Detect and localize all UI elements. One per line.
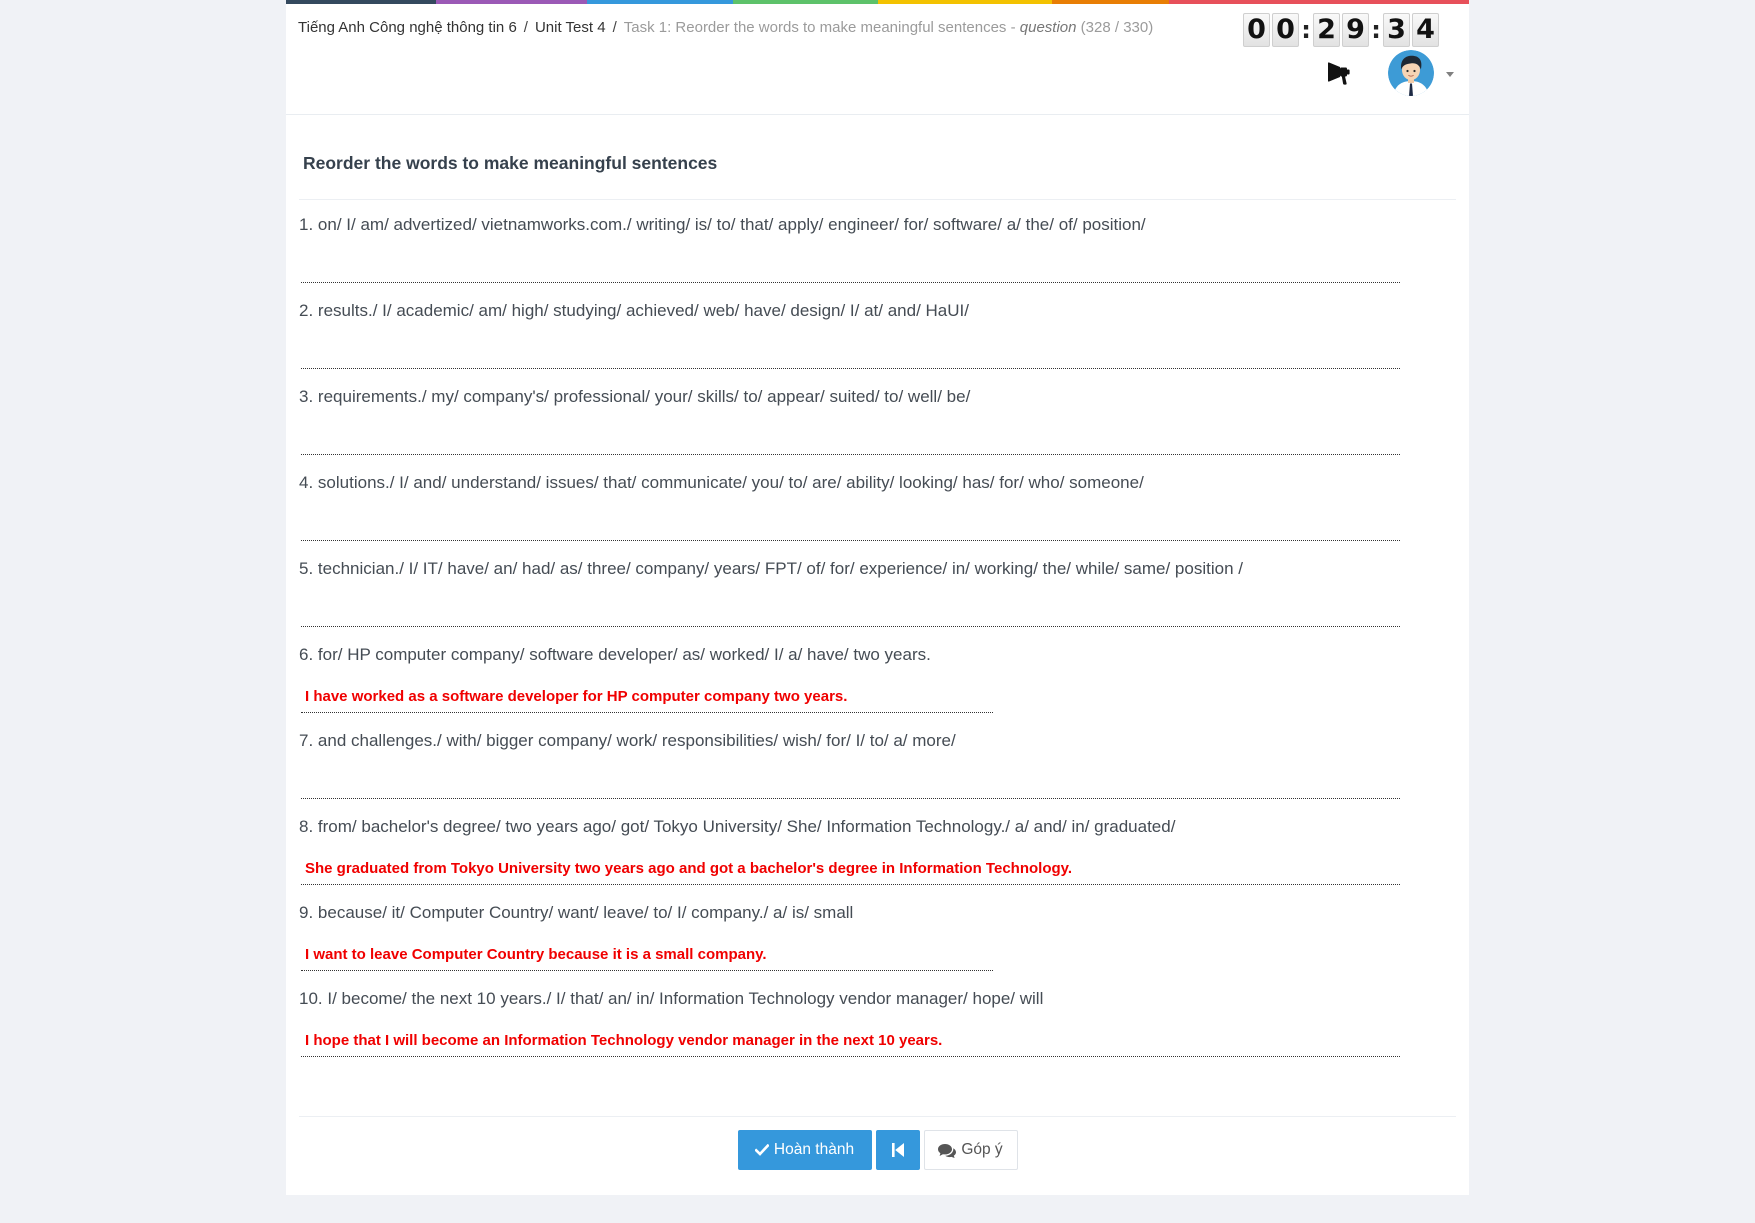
accent-stripe-segment: [1051, 0, 1170, 4]
question-list: 1. on/ I/ am/ advertized/ vietnamworks.c…: [299, 212, 1456, 1072]
bullhorn-icon[interactable]: [1325, 59, 1353, 87]
question-number: 8.: [299, 817, 314, 836]
question-words: I/ become/ the next 10 years./ I/ that/ …: [327, 989, 1044, 1008]
countdown-timer: 0 0 : 2 9 : 3 4: [1242, 13, 1440, 47]
action-bar: Hoàn thành Góp ý: [286, 1130, 1469, 1170]
question-prompt: 8. from/ bachelor's degree/ two years ag…: [299, 814, 1456, 840]
question-prompt: 3. requirements./ my/ company's/ profess…: [299, 384, 1456, 410]
accent-stripe-segment: [286, 0, 436, 4]
answer-field[interactable]: She graduated from Tokyo University two …: [301, 840, 1400, 885]
question-prompt: 7. and challenges./ with/ bigger company…: [299, 728, 1456, 754]
question-number: 9.: [299, 903, 314, 922]
finish-button-label: Hoàn thành: [773, 1141, 855, 1158]
user-avatar-icon[interactable]: [1388, 50, 1434, 96]
question-number: 6.: [299, 645, 314, 664]
accent-stripe-segment: [587, 0, 733, 4]
back-to-first-button[interactable]: [875, 1130, 920, 1170]
question-number: 4.: [299, 473, 314, 492]
accent-stripe-segment: [1169, 0, 1470, 4]
question-prompt: 4. solutions./ I/ and/ understand/ issue…: [299, 470, 1456, 496]
test-panel: Tiếng Anh Công nghệ thông tin 6 / Unit Tes…: [286, 0, 1470, 1195]
feedback-button-label: Góp ý: [961, 1141, 1003, 1158]
question-words: and challenges./ with/ bigger company/ w…: [317, 731, 956, 750]
timer-digit: 0: [1243, 13, 1270, 47]
answer-field[interactable]: [301, 324, 1400, 369]
question-number: 2.: [299, 301, 314, 320]
question-words: on/ I/ am/ advertized/ vietnamworks.com.…: [317, 215, 1146, 234]
question-prompt: 9. because/ it/ Computer Country/ want/ …: [299, 900, 1456, 926]
question-item: 4. solutions./ I/ and/ understand/ issue…: [299, 470, 1456, 556]
question-number: 5.: [299, 559, 314, 578]
question-item: 3. requirements./ my/ company's/ profess…: [299, 384, 1456, 470]
check-icon: [754, 1144, 769, 1156]
breadcrumb-separator: /: [523, 19, 528, 36]
breadcrumb-current-type: question: [1019, 19, 1077, 36]
timer-colon: :: [1301, 16, 1311, 44]
accent-stripe-segment: [878, 0, 1052, 4]
comments-icon: [938, 1143, 957, 1158]
answer-field[interactable]: I want to leave Computer Country because…: [301, 926, 993, 971]
question-item: 2. results./ I/ academic/ am/ high/ stud…: [299, 298, 1456, 384]
divider: [299, 1116, 1456, 1117]
timer-digit: 2: [1313, 13, 1340, 47]
breadcrumb-course-link[interactable]: Tiếng Anh Công nghệ thông tin 6: [298, 19, 517, 36]
question-number: 7.: [299, 731, 314, 750]
answer-field[interactable]: [301, 410, 1400, 455]
answer-field[interactable]: I have worked as a software developer fo…: [301, 668, 993, 713]
question-item: 8. from/ bachelor's degree/ two years ag…: [299, 814, 1456, 900]
question-number: 10.: [299, 989, 323, 1008]
question-number: 3.: [299, 387, 314, 406]
page-header: Tiếng Anh Công nghệ thông tin 6 / Unit Tes…: [286, 0, 1469, 115]
question-words: for/ HP computer company/ software devel…: [317, 645, 931, 664]
feedback-button[interactable]: Góp ý: [923, 1130, 1018, 1170]
question-number: 1.: [299, 215, 314, 234]
question-prompt: 6. for/ HP computer company/ software de…: [299, 642, 1456, 668]
question-item: 6. for/ HP computer company/ software de…: [299, 642, 1456, 728]
question-prompt: 10. I/ become/ the next 10 years./ I/ th…: [299, 986, 1456, 1012]
timer-digit: 9: [1342, 13, 1369, 47]
breadcrumb-test-link[interactable]: Unit Test 4: [535, 19, 606, 36]
caret-down-icon[interactable]: [1446, 72, 1454, 77]
answer-field[interactable]: [301, 582, 1400, 627]
question-words: requirements./ my/ company's/ profession…: [317, 387, 971, 406]
timer-digit: 4: [1412, 13, 1439, 47]
breadcrumb: Tiếng Anh Công nghệ thông tin 6 / Unit Tes…: [298, 18, 1153, 38]
question-prompt: 1. on/ I/ am/ advertized/ vietnamworks.c…: [299, 212, 1456, 238]
answer-field[interactable]: [301, 754, 1400, 799]
question-item: 10. I/ become/ the next 10 years./ I/ th…: [299, 986, 1456, 1072]
question-words: from/ bachelor's degree/ two years ago/ …: [317, 817, 1176, 836]
answer-field[interactable]: I hope that I will become an Information…: [301, 1012, 1400, 1057]
finish-button[interactable]: Hoàn thành: [737, 1130, 872, 1170]
question-item: 1. on/ I/ am/ advertized/ vietnamworks.c…: [299, 212, 1456, 298]
breadcrumb-current-task: Task 1: Reorder the words to make meanin…: [623, 19, 1016, 36]
divider: [299, 199, 1456, 200]
question-words: because/ it/ Computer Country/ want/ lea…: [317, 903, 854, 922]
breadcrumb-current: Task 1: Reorder the words to make meanin…: [624, 19, 1153, 36]
timer-digit: 0: [1272, 13, 1299, 47]
question-words: solutions./ I/ and/ understand/ issues/ …: [317, 473, 1144, 492]
timer-colon: :: [1371, 16, 1381, 44]
answer-field[interactable]: [301, 238, 1400, 283]
question-words: technician./ I/ IT/ have/ an/ had/ as/ t…: [317, 559, 1243, 578]
accent-stripe-segment: [435, 0, 588, 4]
question-item: 7. and challenges./ with/ bigger company…: [299, 728, 1456, 814]
timer-digit: 3: [1383, 13, 1410, 47]
question-prompt: 2. results./ I/ academic/ am/ high/ stud…: [299, 298, 1456, 324]
accent-stripe: [286, 0, 1470, 4]
breadcrumb-separator: /: [612, 19, 617, 36]
answer-field[interactable]: [301, 496, 1400, 541]
accent-stripe-segment: [732, 0, 879, 4]
question-words: results./ I/ academic/ am/ high/ studyin…: [317, 301, 969, 320]
breadcrumb-progress: (328 / 330): [1080, 19, 1154, 36]
question-item: 9. because/ it/ Computer Country/ want/ …: [299, 900, 1456, 986]
question-prompt: 5. technician./ I/ IT/ have/ an/ had/ as…: [299, 556, 1456, 582]
task-title: Reorder the words to make meaningful sen…: [303, 153, 718, 173]
question-item: 5. technician./ I/ IT/ have/ an/ had/ as…: [299, 556, 1456, 642]
step-backward-icon: [891, 1143, 904, 1157]
